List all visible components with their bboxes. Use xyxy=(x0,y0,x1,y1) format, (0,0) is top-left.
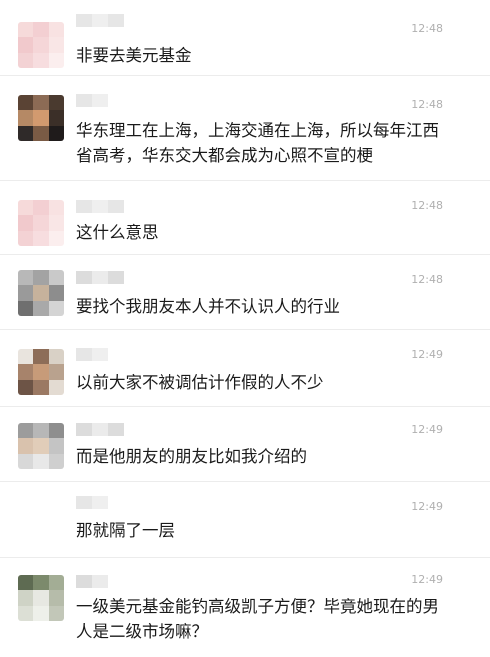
sender-name-blurred xyxy=(76,423,124,436)
message-text: 华东理工在上海，上海交通在上海，所以每年江西省高考，华东交大都会成为心照不宣的梗 xyxy=(76,121,439,165)
avatar[interactable] xyxy=(18,349,64,395)
chat-message[interactable]: 12:48 华东理工在上海，上海交通在上海，所以每年江西省高考，华东交大都会成为… xyxy=(0,76,490,181)
message-time: 12:48 xyxy=(411,98,443,111)
chat-message[interactable]: 12:49 而是他朋友的朋友比如我介绍的 xyxy=(0,407,490,482)
avatar[interactable] xyxy=(18,200,64,246)
message-text: 这什么意思 xyxy=(76,223,159,242)
chat-message[interactable]: 12:49 一级美元基金能钓高级凯子方便？毕竟她现在的男人是二级市场嘛？ xyxy=(0,558,490,657)
message-time: 12:48 xyxy=(411,199,443,212)
message-time: 12:49 xyxy=(411,348,443,361)
chat-message[interactable]: 12:48 要找个我朋友本人并不认识人的行业 xyxy=(0,255,490,330)
message-time: 12:48 xyxy=(411,22,443,35)
avatar[interactable] xyxy=(18,22,64,68)
chat-message[interactable]: 12:49 那就隔了一层 xyxy=(0,482,490,558)
message-time: 12:48 xyxy=(411,273,443,286)
avatar[interactable] xyxy=(18,423,64,469)
avatar[interactable] xyxy=(18,95,64,141)
chat-message[interactable]: 12:48 非要去美元基金 xyxy=(0,0,490,76)
sender-name-blurred xyxy=(76,575,108,588)
chat-message[interactable]: 12:49 以前大家不被调估计作假的人不少 xyxy=(0,330,490,407)
message-text: 非要去美元基金 xyxy=(76,46,192,65)
message-time: 12:49 xyxy=(411,500,443,513)
sender-name-blurred xyxy=(76,271,124,284)
message-text: 那就隔了一层 xyxy=(76,521,175,540)
chat-history: 12:48 非要去美元基金 12:48 华东理工在上海，上海交通在上海，所以每年… xyxy=(0,0,490,657)
message-text: 要找个我朋友本人并不认识人的行业 xyxy=(76,297,340,316)
sender-name-blurred xyxy=(76,200,124,213)
message-text: 以前大家不被调估计作假的人不少 xyxy=(76,373,324,392)
sender-name-blurred xyxy=(76,348,108,361)
avatar[interactable] xyxy=(18,575,64,621)
message-text: 一级美元基金能钓高级凯子方便？毕竟她现在的男人是二级市场嘛？ xyxy=(76,597,439,641)
avatar-placeholder xyxy=(18,497,64,543)
sender-name-blurred xyxy=(76,14,124,27)
message-time: 12:49 xyxy=(411,423,443,436)
chat-message[interactable]: 12:48 这什么意思 xyxy=(0,181,490,255)
sender-name-blurred xyxy=(76,94,108,107)
avatar[interactable] xyxy=(18,270,64,316)
sender-name-blurred xyxy=(76,496,108,509)
message-time: 12:49 xyxy=(411,573,443,586)
message-text: 而是他朋友的朋友比如我介绍的 xyxy=(76,447,307,466)
